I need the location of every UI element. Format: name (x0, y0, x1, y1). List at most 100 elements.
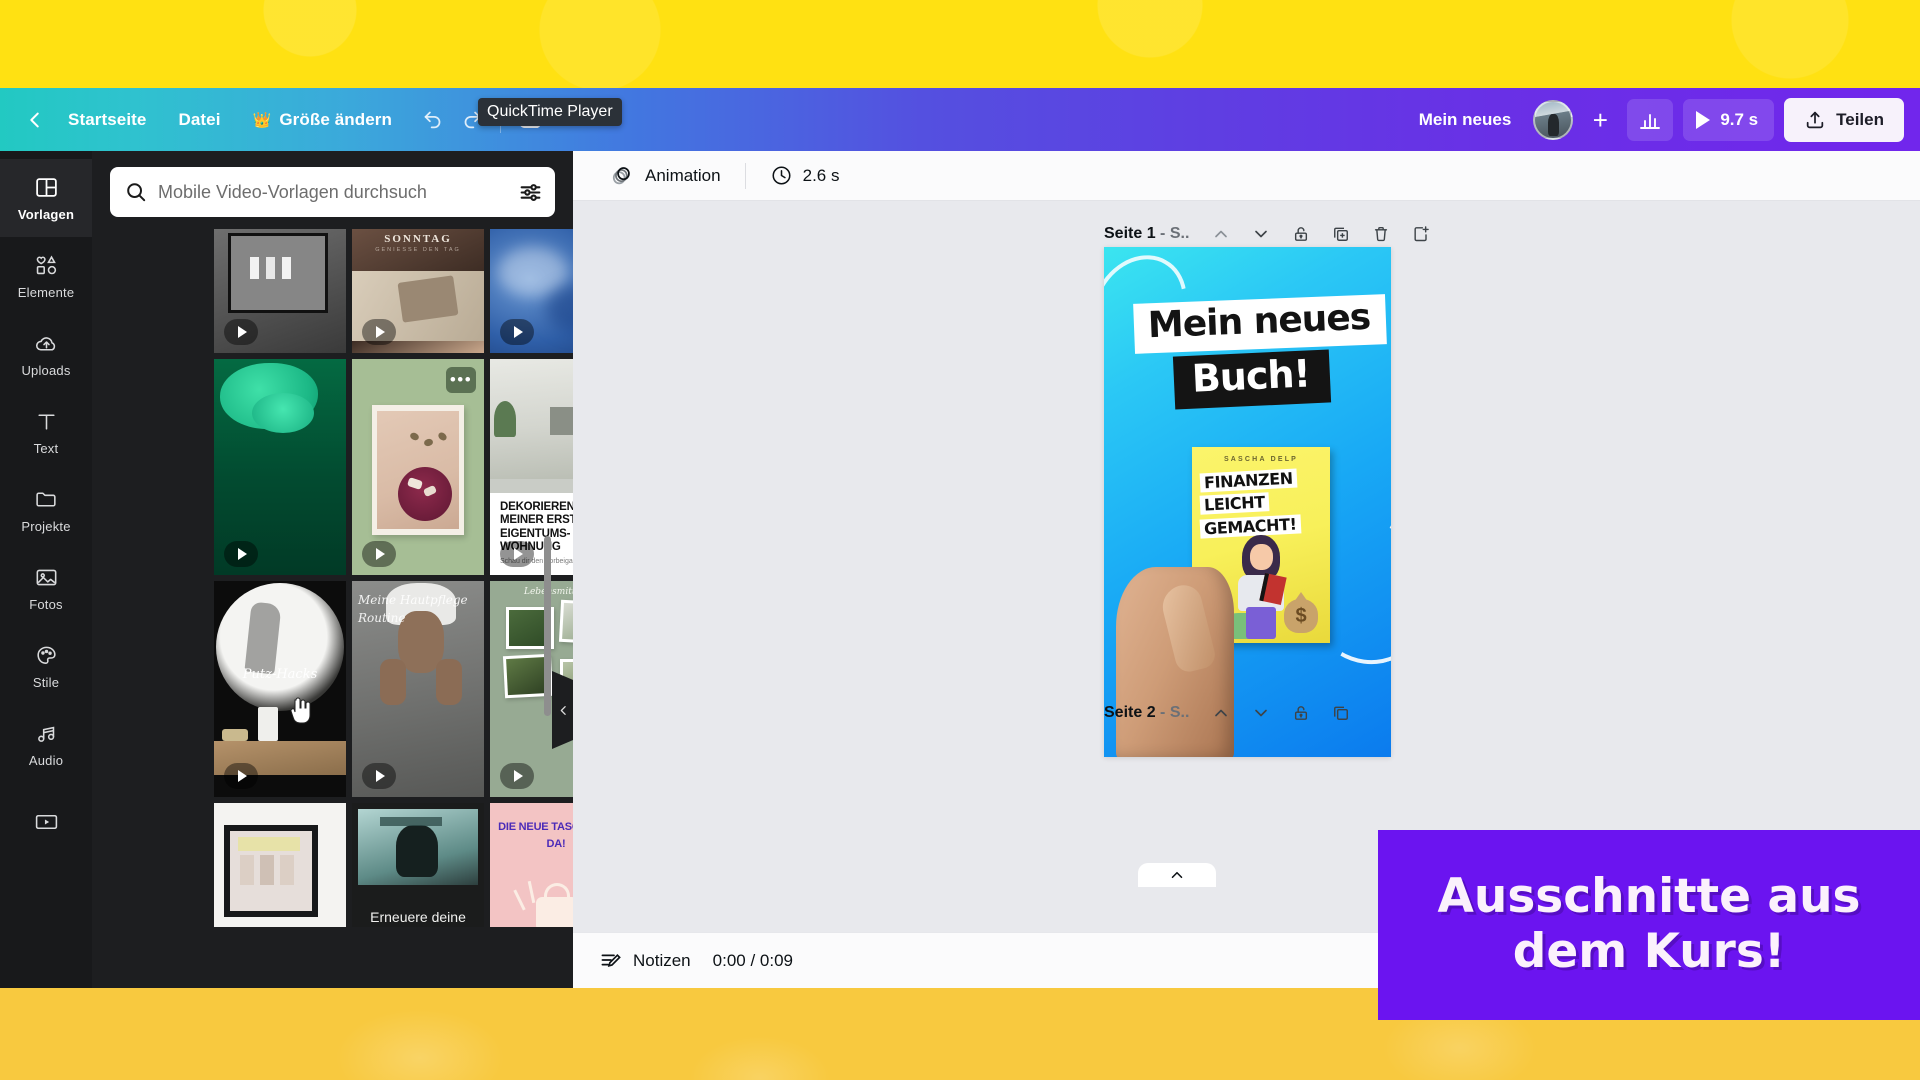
sidebar-item-vorlagen[interactable]: Vorlagen (0, 159, 92, 237)
crown-icon: 👑 (252, 111, 272, 129)
sidebar-item-uploads[interactable]: Uploads (0, 315, 92, 393)
chevron-up-icon (1171, 871, 1183, 879)
avatar[interactable] (1533, 99, 1574, 140)
sidebar-item-elemente[interactable]: Elemente (0, 237, 92, 315)
text-icon (33, 409, 59, 435)
template-play-icon[interactable] (224, 319, 258, 345)
preview-play-button[interactable]: 9.7 s (1683, 98, 1775, 141)
page-duration-button[interactable]: 2.6 s (756, 156, 854, 195)
play-icon (1696, 110, 1711, 129)
sidebar-label-elemente: Elemente (17, 284, 75, 300)
search-icon (124, 180, 148, 204)
video-icon (33, 809, 59, 835)
lock-page-button[interactable] (1283, 217, 1319, 251)
page-1-canvas[interactable]: Mein neues Buch! SASCHA DELP FINANZEN LE… (1104, 247, 1391, 757)
page-2-title-prefix: Seite 2 (1104, 704, 1156, 721)
sidebar-label-projekte: Projekte (21, 518, 71, 534)
template-play-icon[interactable] (500, 319, 534, 345)
book-author: SASCHA DELP (1223, 456, 1299, 463)
search-input[interactable] (158, 181, 507, 203)
money-bag-illustration (1284, 599, 1318, 633)
sidebar-item-fotos[interactable]: Fotos (0, 549, 92, 627)
more-options-icon[interactable]: ••• (446, 367, 476, 393)
notes-button[interactable]: Notizen (599, 949, 691, 973)
menu-resize[interactable]: 👑 Größe ändern (237, 103, 408, 137)
template-caption: Erneuere deine (370, 909, 466, 925)
woman-illustration (1230, 535, 1292, 639)
sidebar-item-audio[interactable]: Audio (0, 705, 92, 783)
menu-home[interactable]: Startseite (52, 103, 162, 137)
move-page-up-button[interactable] (1203, 217, 1239, 251)
quicktime-tooltip: QuickTime Player (478, 98, 622, 126)
sidebar-item-projekte[interactable]: Projekte (0, 471, 92, 549)
template-play-icon[interactable] (224, 763, 258, 789)
template-play-icon[interactable] (224, 541, 258, 567)
sidebar-label-uploads: Uploads (21, 362, 71, 378)
template-caption: Putz-Hacks (242, 667, 318, 682)
templates-panel: SONNTAG GENIESSE DEN TAG (92, 151, 622, 988)
notes-label: Notizen (633, 950, 691, 970)
tune-icon[interactable] (517, 179, 543, 205)
collapse-pages-button[interactable] (1138, 863, 1216, 887)
template-play-icon[interactable] (500, 763, 534, 789)
sidebar-item-videos[interactable] (0, 783, 92, 861)
template-tile[interactable]: Erneuere deine (352, 803, 484, 927)
templates-grid[interactable]: SONNTAG GENIESSE DEN TAG ••• DEKORIEREN … (214, 229, 634, 988)
template-play-icon[interactable] (362, 763, 396, 789)
page-1-header: Seite 1 - S.. (1104, 217, 1439, 251)
page-2-header: Seite 2 - S.. (1104, 696, 1359, 730)
music-note-icon (33, 721, 59, 747)
page-1-title[interactable]: Seite 1 - S.. (1104, 225, 1189, 243)
page-2-title[interactable]: Seite 2 - S.. (1104, 704, 1189, 722)
move-page-down-button[interactable] (1243, 217, 1279, 251)
panel-scrollbar[interactable] (544, 536, 551, 716)
panel-collapse-button[interactable] (552, 671, 574, 749)
template-tile[interactable] (214, 359, 346, 575)
total-duration: 9.7 s (1720, 109, 1759, 129)
clock-icon (770, 164, 793, 187)
course-overlay-banner: Ausschnitte aus dem Kurs! (1378, 830, 1920, 1020)
page-2-title-suffix: - S.. (1160, 704, 1190, 721)
undo-button[interactable] (414, 102, 450, 138)
cloud-upload-icon (33, 331, 59, 357)
back-button[interactable] (18, 103, 52, 137)
headline-black[interactable]: Buch! (1172, 349, 1332, 410)
template-play-icon[interactable] (362, 541, 396, 567)
template-tile[interactable]: SONNTAG GENIESSE DEN TAG (352, 229, 484, 353)
template-tile[interactable]: ••• (352, 359, 484, 575)
duplicate-page-button[interactable] (1323, 217, 1359, 251)
duplicate-page2-button[interactable] (1323, 696, 1359, 730)
hand-thumb (1158, 581, 1218, 675)
template-play-icon[interactable] (500, 541, 534, 567)
sidebar-item-stile[interactable]: Stile (0, 627, 92, 705)
top-toolbar-left: Startseite Datei 👑 Größe ändern (0, 100, 551, 140)
sidebar-label-fotos: Fotos (29, 596, 63, 612)
folder-icon (33, 487, 59, 513)
template-subcaption: GENIESSE DEN TAG (375, 247, 461, 253)
lock-page2-button[interactable] (1283, 696, 1319, 730)
toolbar-separator (744, 162, 746, 189)
menu-resize-label: Größe ändern (279, 109, 393, 129)
template-tile[interactable]: Putz-Hacks (214, 581, 346, 797)
sidebar-item-text[interactable]: Text (0, 393, 92, 471)
move-page2-up-button[interactable] (1203, 696, 1239, 730)
template-play-icon[interactable] (362, 319, 396, 345)
search-wrap (92, 151, 573, 227)
playback-time: 0:00 / 0:09 (712, 950, 793, 970)
template-tile[interactable] (214, 229, 346, 353)
delete-page-button[interactable] (1363, 217, 1399, 251)
share-button[interactable]: Teilen (1784, 97, 1904, 142)
add-collaborator-button[interactable]: + (1583, 103, 1617, 137)
menu-file[interactable]: Datei (162, 103, 236, 137)
search-box[interactable] (110, 167, 555, 217)
template-tile[interactable]: Meine Hautpflege Routine (352, 581, 484, 797)
animation-button[interactable]: Animation (595, 155, 735, 197)
move-page2-down-button[interactable] (1243, 696, 1279, 730)
add-page-button[interactable] (1403, 217, 1439, 251)
menu-home-label: Startseite (68, 109, 147, 129)
bar-chart-icon[interactable] (1627, 98, 1674, 141)
template-caption: SONNTAG (384, 233, 452, 245)
document-title[interactable]: Mein neues (1407, 104, 1524, 136)
headline-white[interactable]: Mein neues (1133, 294, 1388, 354)
template-tile[interactable] (214, 803, 346, 927)
